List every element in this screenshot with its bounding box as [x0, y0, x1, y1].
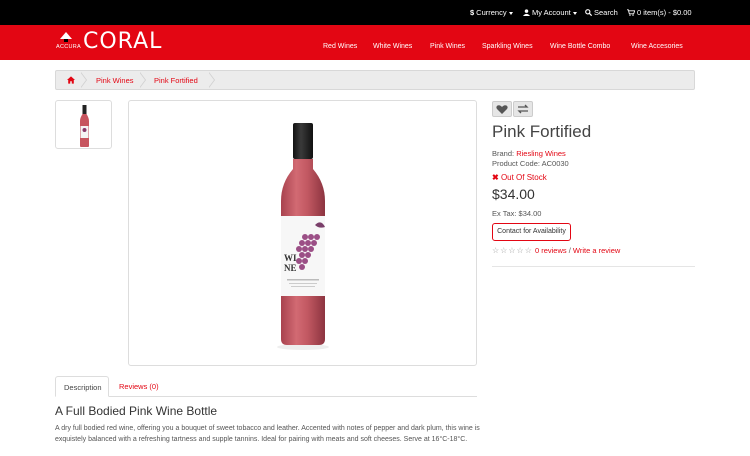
- tab-reviews[interactable]: Reviews (0): [111, 376, 167, 397]
- star-empty-icon: ☆: [516, 246, 524, 255]
- currency-label: Currency: [476, 8, 507, 17]
- nav-item-white-wines[interactable]: White Wines: [373, 43, 412, 50]
- description-title: A Full Bodied Pink Wine Bottle: [55, 404, 218, 418]
- star-empty-icon: ☆: [508, 246, 516, 255]
- currency-dropdown[interactable]: $ Currency: [470, 8, 513, 17]
- home-icon[interactable]: [67, 76, 75, 84]
- my-account-dropdown[interactable]: My Account: [523, 8, 577, 17]
- cart-label: 0 item(s) - $0.00: [637, 8, 692, 17]
- caret-down-icon: [572, 11, 577, 15]
- nav-item-wine-accesories[interactable]: Wine Accesories: [631, 43, 683, 50]
- review-separator: /: [568, 246, 571, 255]
- cart-icon: [627, 9, 636, 16]
- wine-bottle-image: WI NE: [277, 123, 329, 350]
- search-label: Search: [594, 8, 618, 17]
- logo-mark: [60, 32, 72, 39]
- logo-mark-base: [64, 39, 68, 42]
- product-code-value: AC0030: [541, 159, 569, 168]
- bottle-label-text: WI: [284, 253, 297, 263]
- logo-sub-text: ACCURA: [56, 44, 82, 50]
- brand-label: Brand:: [492, 149, 515, 158]
- rating-row: ☆☆☆☆☆ 0 reviews / Write a review: [492, 246, 620, 255]
- search-icon: [585, 9, 593, 17]
- bottle-thumbnail-image: [80, 105, 89, 147]
- star-empty-icon: ☆: [524, 246, 532, 255]
- product-code-label: Product Code:: [492, 159, 540, 168]
- header: ACCURA CORAL Red Wines White Wines Pink …: [0, 25, 750, 60]
- description-body: A dry full bodied red wine, offering you…: [55, 425, 480, 443]
- write-review-link[interactable]: Write a review: [573, 246, 620, 255]
- breadcrumb: Pink Wines Pink Fortified: [55, 70, 695, 90]
- product-code-line: Product Code: AC0030: [492, 159, 569, 168]
- reviews-link[interactable]: 0 reviews: [535, 246, 567, 255]
- top-bar: $ Currency My Account Search 0 item(s) - …: [0, 0, 750, 25]
- breadcrumb-pink-wines[interactable]: Pink Wines: [96, 76, 134, 85]
- stock-status-text: Out Of Stock: [500, 173, 547, 182]
- nav-item-pink-wines[interactable]: Pink Wines: [430, 43, 465, 50]
- tab-description[interactable]: Description: [55, 376, 109, 397]
- breadcrumb-pink-fortified[interactable]: Pink Fortified: [154, 76, 198, 85]
- search-link[interactable]: Search: [585, 8, 618, 17]
- ex-tax: Ex Tax: $34.00: [492, 209, 542, 218]
- nav-item-red-wines[interactable]: Red Wines: [323, 43, 357, 50]
- compare-button[interactable]: [513, 101, 533, 117]
- add-to-wishlist-button[interactable]: [492, 101, 512, 117]
- divider: [492, 266, 695, 267]
- my-account-label: My Account: [532, 8, 571, 17]
- heart-icon: [496, 105, 508, 114]
- dollar-icon: $: [470, 8, 475, 17]
- user-icon: [523, 9, 530, 16]
- product-thumbnail[interactable]: [55, 100, 112, 149]
- close-icon: ✖: [492, 173, 499, 182]
- breadcrumb-separator: [80, 72, 91, 88]
- stock-status: ✖ Out Of Stock: [492, 173, 547, 182]
- cart-link[interactable]: 0 item(s) - $0.00: [627, 8, 692, 17]
- exchange-icon: [517, 104, 529, 114]
- nav-item-wine-bottle-combo[interactable]: Wine Bottle Combo: [550, 43, 610, 50]
- brand-link[interactable]: Riesling Wines: [516, 149, 566, 158]
- product-price: $34.00: [492, 186, 535, 202]
- breadcrumb-separator: [139, 72, 150, 88]
- breadcrumb-separator: [208, 72, 219, 88]
- contact-for-availability-button[interactable]: Contact for Availability: [492, 223, 571, 241]
- nav-item-sparkling-wines[interactable]: Sparkling Wines: [482, 43, 533, 50]
- caret-down-icon: [508, 11, 513, 15]
- product-main-image[interactable]: WI NE: [128, 100, 477, 366]
- logo-main-text: CORAL: [83, 29, 163, 54]
- product-title: Pink Fortified: [492, 122, 592, 141]
- bottle-label-text: NE: [284, 263, 297, 273]
- star-empty-icon: ☆: [492, 246, 500, 255]
- star-empty-icon: ☆: [500, 246, 508, 255]
- product-tabs: Description Reviews (0): [55, 376, 477, 397]
- brand-line: Brand: Riesling Wines: [492, 149, 566, 158]
